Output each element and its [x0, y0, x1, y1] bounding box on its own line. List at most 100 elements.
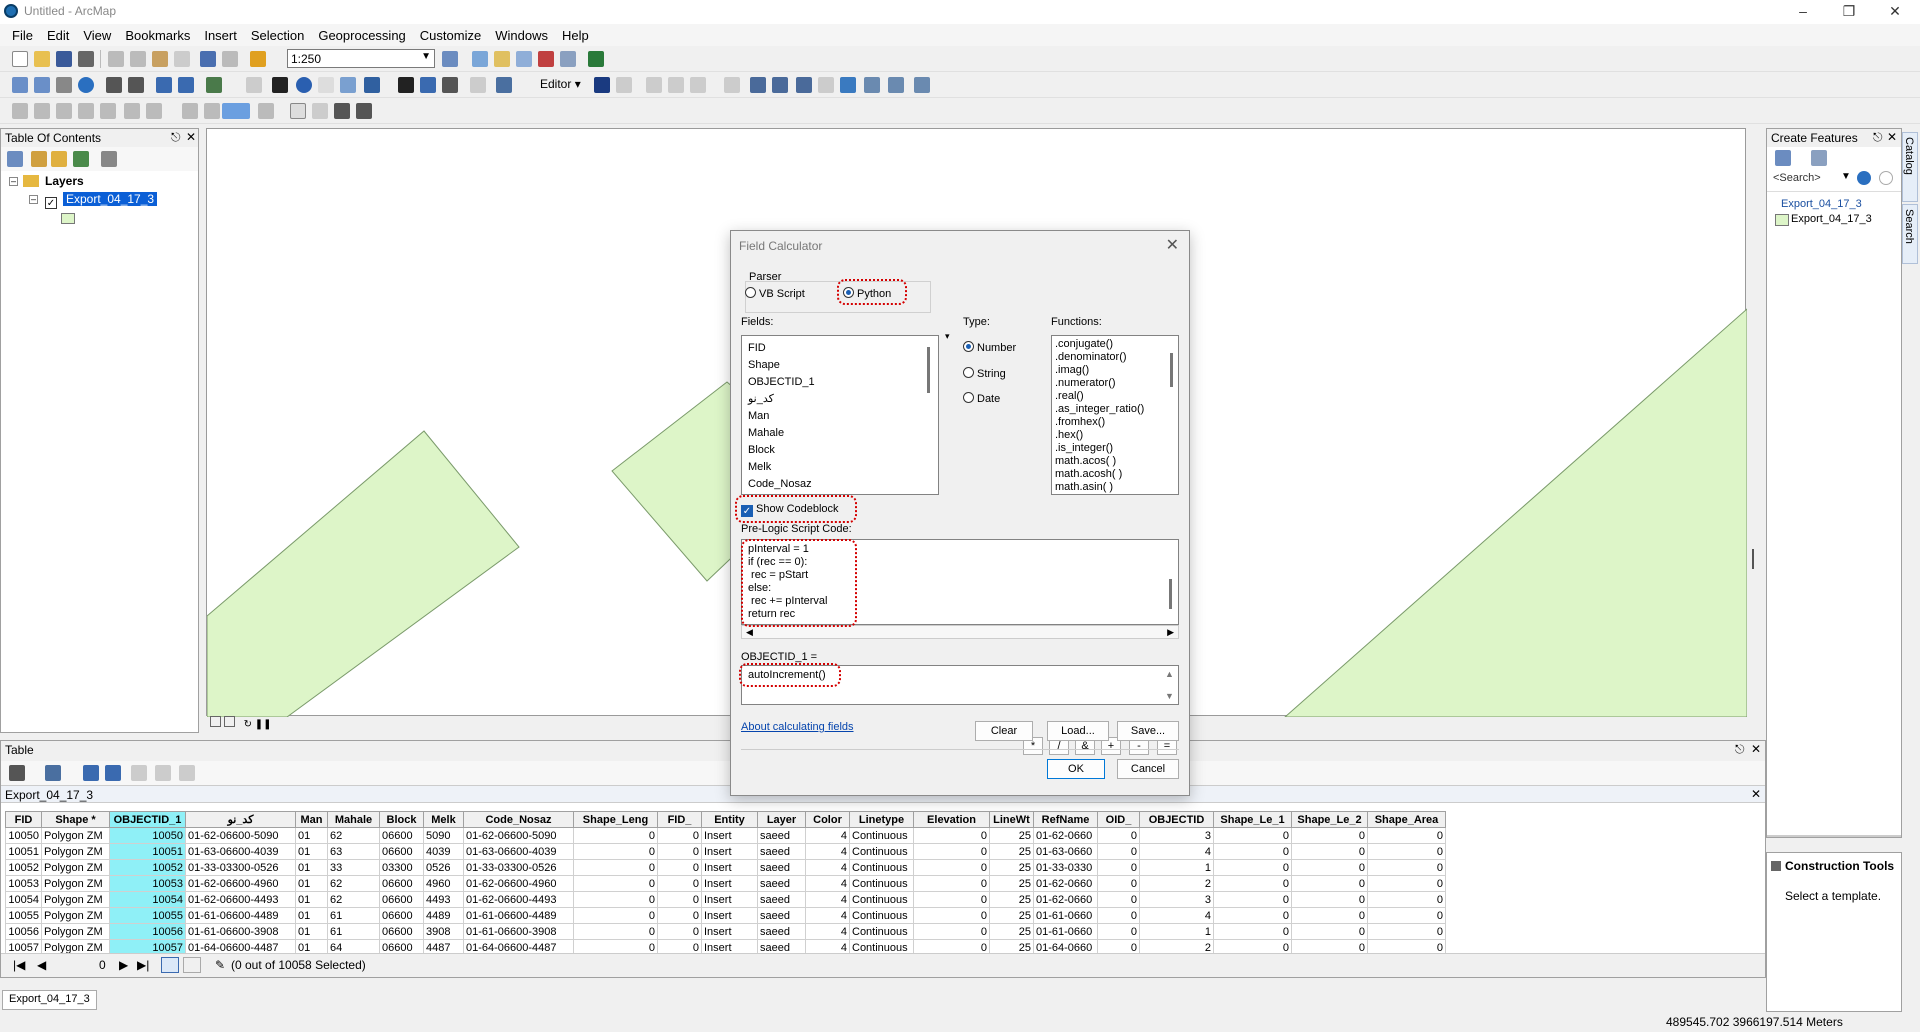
- column-header[interactable]: LineWt: [989, 811, 1034, 828]
- table-cell[interactable]: 61: [327, 907, 380, 924]
- column-header[interactable]: Layer: [757, 811, 806, 828]
- function-list-item[interactable]: .numerator(): [1052, 377, 1178, 390]
- table-cell[interactable]: 0: [1213, 891, 1292, 908]
- table-cell[interactable]: 61: [327, 923, 380, 940]
- table-cell[interactable]: 25: [989, 843, 1034, 860]
- table-cell[interactable]: Polygon ZM: [41, 827, 110, 844]
- open-folder-icon[interactable]: [34, 51, 50, 67]
- table-row[interactable]: 10050 Polygon ZM 10050 01-62-06600-5090 01 62…: [5, 827, 1446, 844]
- menu-help[interactable]: Help: [555, 24, 596, 43]
- save-icon[interactable]: [56, 51, 72, 67]
- table-cell[interactable]: 0: [1213, 859, 1292, 876]
- layer-symbol-swatch[interactable]: [61, 213, 75, 224]
- function-list-item[interactable]: .real(): [1052, 390, 1178, 403]
- table-cell[interactable]: 25: [989, 827, 1034, 844]
- close-icon[interactable]: ✕: [1166, 235, 1179, 255]
- collapse-icon[interactable]: –: [9, 177, 18, 186]
- column-header[interactable]: FID_: [657, 811, 702, 828]
- table-cell[interactable]: 0: [1213, 907, 1292, 924]
- function-list-item[interactable]: math.acosh( ): [1052, 468, 1178, 481]
- table-cell[interactable]: Insert: [701, 891, 758, 908]
- table-cell[interactable]: 01-33-03300-0526: [185, 859, 296, 876]
- table-cell[interactable]: 0: [573, 907, 658, 924]
- table-cell[interactable]: saeed: [757, 891, 806, 908]
- functions-listbox[interactable]: .conjugate() .denominator() .imag() .numera…: [1051, 335, 1179, 495]
- menu-windows[interactable]: Windows: [488, 24, 555, 43]
- table-cell[interactable]: 01-61-06600-3908: [185, 923, 296, 940]
- table-cell[interactable]: 62: [327, 891, 380, 908]
- table-cell[interactable]: 06600: [379, 827, 424, 844]
- column-header[interactable]: Melk: [423, 811, 464, 828]
- layout-zoom-out-icon[interactable]: [34, 103, 50, 119]
- menu-insert[interactable]: Insert: [197, 24, 244, 43]
- table-cell[interactable]: 0: [913, 891, 990, 908]
- new-document-icon[interactable]: [12, 51, 28, 67]
- zoom-100-icon[interactable]: [100, 103, 116, 119]
- copy-icon[interactable]: [130, 51, 146, 67]
- table-cell[interactable]: Insert: [701, 827, 758, 844]
- table-cell[interactable]: 1: [1139, 859, 1214, 876]
- table-cell[interactable]: 4493: [423, 891, 464, 908]
- table-cell[interactable]: 01: [295, 827, 328, 844]
- column-header[interactable]: RefName: [1033, 811, 1098, 828]
- undo-icon[interactable]: [200, 51, 216, 67]
- fixed-zoom-in-icon[interactable]: [106, 77, 122, 93]
- table-cell[interactable]: 25: [989, 923, 1034, 940]
- endpoint-arc-icon[interactable]: [668, 77, 684, 93]
- measure-icon[interactable]: [364, 77, 380, 93]
- paste-icon[interactable]: [152, 51, 168, 67]
- menu-view[interactable]: View: [76, 24, 118, 43]
- table-cell[interactable]: 01-33-03300-0526: [463, 859, 574, 876]
- identify-icon[interactable]: [296, 77, 312, 93]
- column-header[interactable]: Block: [379, 811, 424, 828]
- table-cell[interactable]: Polygon ZM: [41, 923, 110, 940]
- table-cell[interactable]: 0: [913, 843, 990, 860]
- table-cell[interactable]: 01-62-0660: [1033, 875, 1098, 892]
- function-list-item[interactable]: .imag(): [1052, 364, 1178, 377]
- template-properties-icon[interactable]: [1811, 150, 1827, 166]
- show-selected-records-icon[interactable]: [183, 957, 201, 973]
- table-cell[interactable]: 10053: [109, 875, 186, 892]
- table-cell[interactable]: Continuous: [849, 843, 914, 860]
- organize-templates-icon[interactable]: [1775, 150, 1791, 166]
- toc-layer-name[interactable]: Export_04_17_3: [63, 192, 158, 206]
- select-features-icon[interactable]: [206, 77, 222, 93]
- table-cell[interactable]: 03300: [379, 859, 424, 876]
- table-cell[interactable]: 4: [1139, 907, 1214, 924]
- table-cell[interactable]: 0: [573, 827, 658, 844]
- table-cell[interactable]: 0: [657, 859, 702, 876]
- point-icon[interactable]: [724, 77, 740, 93]
- table-cell[interactable]: 0: [913, 827, 990, 844]
- column-header[interactable]: کد_نو: [185, 811, 296, 828]
- table-cell[interactable]: 0: [913, 875, 990, 892]
- table-cell[interactable]: Insert: [701, 875, 758, 892]
- zoom-to-selected-icon[interactable]: [155, 765, 171, 781]
- focus-data-frame-icon[interactable]: [290, 103, 306, 119]
- fields-listbox[interactable]: FID Shape OBJECTID_1 کد_نو Man Mahale Block Mel…: [741, 335, 939, 495]
- table-cell[interactable]: saeed: [757, 859, 806, 876]
- table-cell[interactable]: 0: [573, 891, 658, 908]
- table-cell[interactable]: 01-63-06600-4039: [185, 843, 296, 860]
- table-cell[interactable]: 10050: [5, 827, 42, 844]
- field-list-item[interactable]: FID: [742, 340, 938, 357]
- column-header[interactable]: Shape_Le_1: [1213, 811, 1292, 828]
- catalog-window-icon[interactable]: [494, 51, 510, 67]
- table-cell[interactable]: 10054: [5, 891, 42, 908]
- table-cell[interactable]: Continuous: [849, 891, 914, 908]
- table-row[interactable]: 10051 Polygon ZM 10051 01-63-06600-4039 01 63…: [5, 843, 1446, 860]
- layout-forward-icon[interactable]: [146, 103, 162, 119]
- catalog-side-tab[interactable]: Catalog: [1902, 132, 1918, 202]
- table-row[interactable]: 10055 Polygon ZM 10055 01-61-06600-4489 01 61…: [5, 907, 1446, 924]
- table-cell[interactable]: 0: [573, 875, 658, 892]
- menu-selection[interactable]: Selection: [244, 24, 311, 43]
- table-cell[interactable]: 4489: [423, 907, 464, 924]
- function-list-item[interactable]: math.asin( ): [1052, 481, 1178, 494]
- delete-selected-icon[interactable]: [179, 765, 195, 781]
- list-by-source-icon[interactable]: [31, 151, 47, 167]
- table-cell[interactable]: Continuous: [849, 907, 914, 924]
- table-cell[interactable]: 4: [805, 907, 850, 924]
- previous-record-icon[interactable]: ◀: [37, 958, 46, 972]
- table-cell[interactable]: 0: [1291, 827, 1368, 844]
- next-record-icon[interactable]: ▶: [119, 958, 128, 972]
- table-cell[interactable]: 0: [1291, 907, 1368, 924]
